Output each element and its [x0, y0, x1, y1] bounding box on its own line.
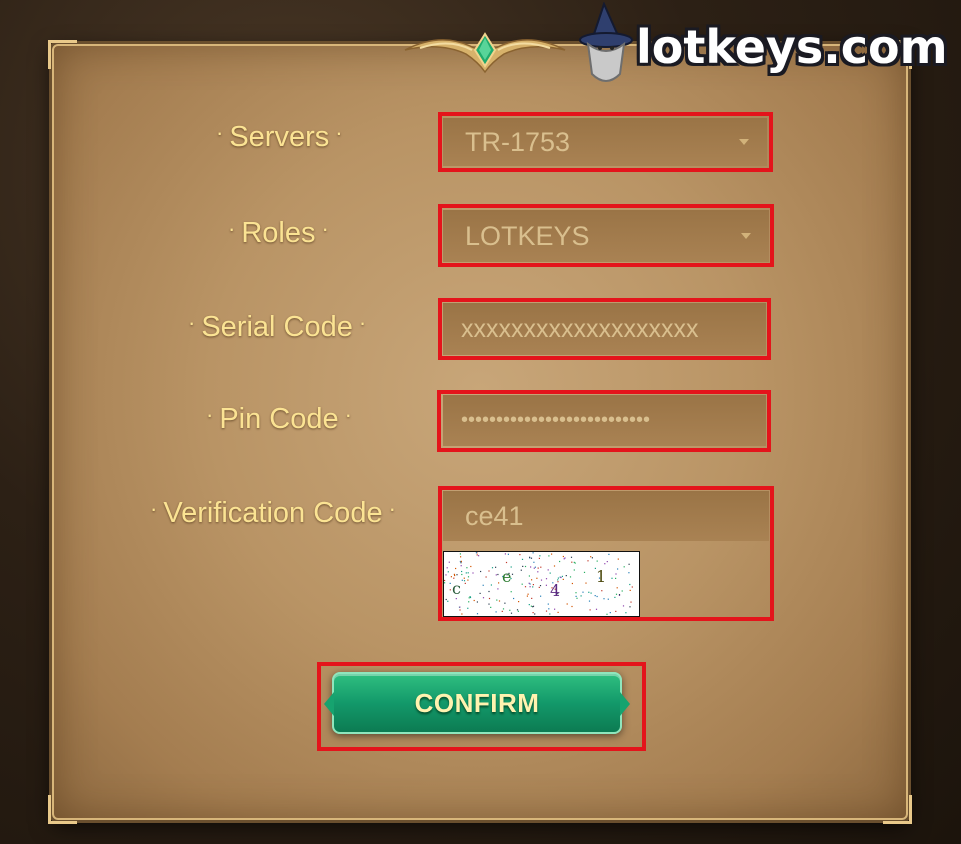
pin-code-label: · Pin Code ·: [206, 402, 352, 435]
serial-code-label: · Serial Code ·: [188, 310, 367, 343]
panel-corner-ornament: [883, 795, 912, 824]
confirm-highlight-box: [317, 662, 646, 751]
verification-highlight-box: [438, 486, 774, 621]
roles-highlight-box: [438, 204, 774, 267]
servers-highlight-box: [438, 112, 773, 172]
watermark-text: lotkeys.com: [636, 20, 948, 74]
verification-code-label: · Verification Code ·: [150, 496, 396, 529]
watermark-logo: lotkeys.com: [574, 2, 961, 88]
wizard-icon: [579, 2, 633, 82]
roles-label: · Roles ·: [228, 216, 329, 249]
servers-label: · Servers ·: [216, 120, 343, 153]
pin-code-highlight-box: [437, 390, 771, 452]
panel-corner-ornament: [48, 795, 77, 824]
panel-corner-ornament: [48, 40, 77, 69]
serial-code-highlight-box: [438, 298, 771, 360]
gem-ornament-icon: [404, 32, 566, 74]
page: lotkeys.com · Servers · TR-1753 · Roles · LO…: [0, 0, 961, 844]
